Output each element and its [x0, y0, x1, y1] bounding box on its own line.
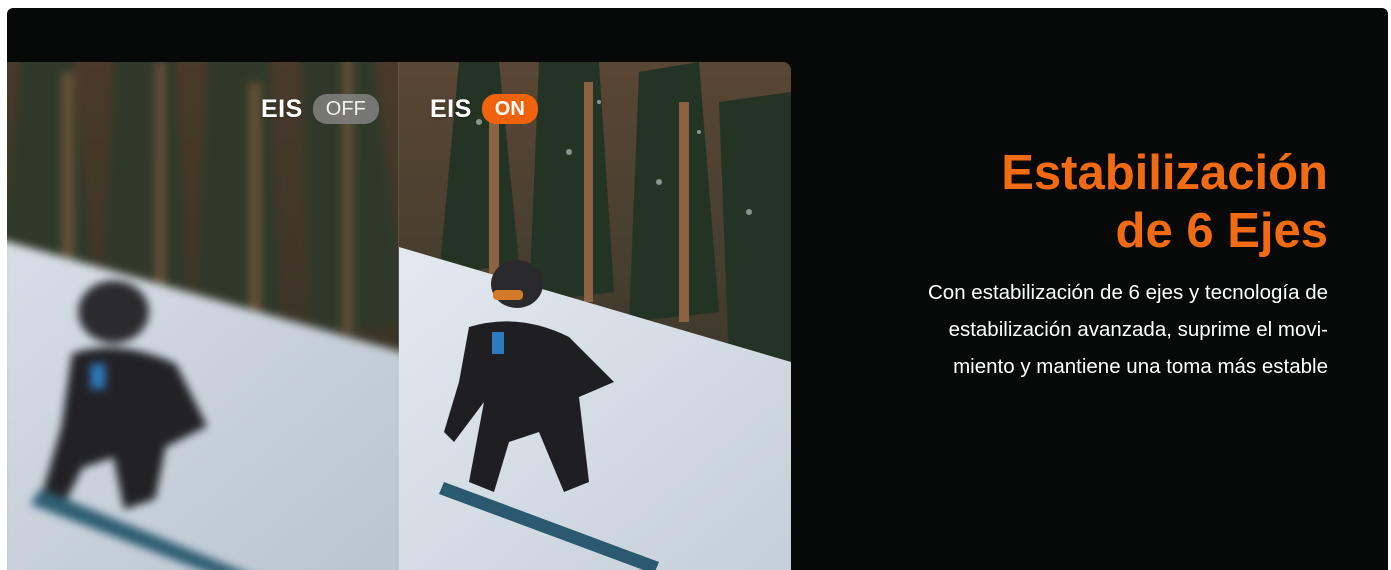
eis-off-label: EIS — [261, 94, 303, 123]
feature-desc-line2: estabilización avanzada, suprime el movi… — [948, 318, 1328, 341]
eis-off-image — [7, 62, 399, 570]
feature-title-line1: Estabilización — [1001, 146, 1328, 200]
feature-desc-line3: miento y mantiene una toma más estable — [953, 355, 1328, 378]
comparison-image: EIS OFF EIS ON — [7, 62, 791, 570]
eis-off-badge: EIS OFF — [261, 94, 379, 124]
eis-on-pill: ON — [481, 94, 538, 124]
eis-on-label: EIS — [430, 94, 472, 123]
feature-title: Estabilización de 6 Ejes — [808, 144, 1328, 260]
feature-card: EIS OFF EIS ON Estabilización de 6 Ejes … — [7, 8, 1388, 570]
feature-description: Con estabilización de 6 ejes y tecnologí… — [808, 274, 1328, 385]
feature-text: Estabilización de 6 Ejes Con estabilizac… — [808, 144, 1328, 385]
feature-desc-line1: Con estabilización de 6 ejes y tecnologí… — [927, 281, 1328, 304]
feature-title-line2: de 6 Ejes — [1115, 204, 1328, 258]
comparison-divider — [398, 62, 399, 570]
eis-on-badge: EIS ON — [430, 94, 538, 124]
eis-off-pill: OFF — [312, 94, 379, 124]
eis-on-image — [399, 62, 791, 570]
